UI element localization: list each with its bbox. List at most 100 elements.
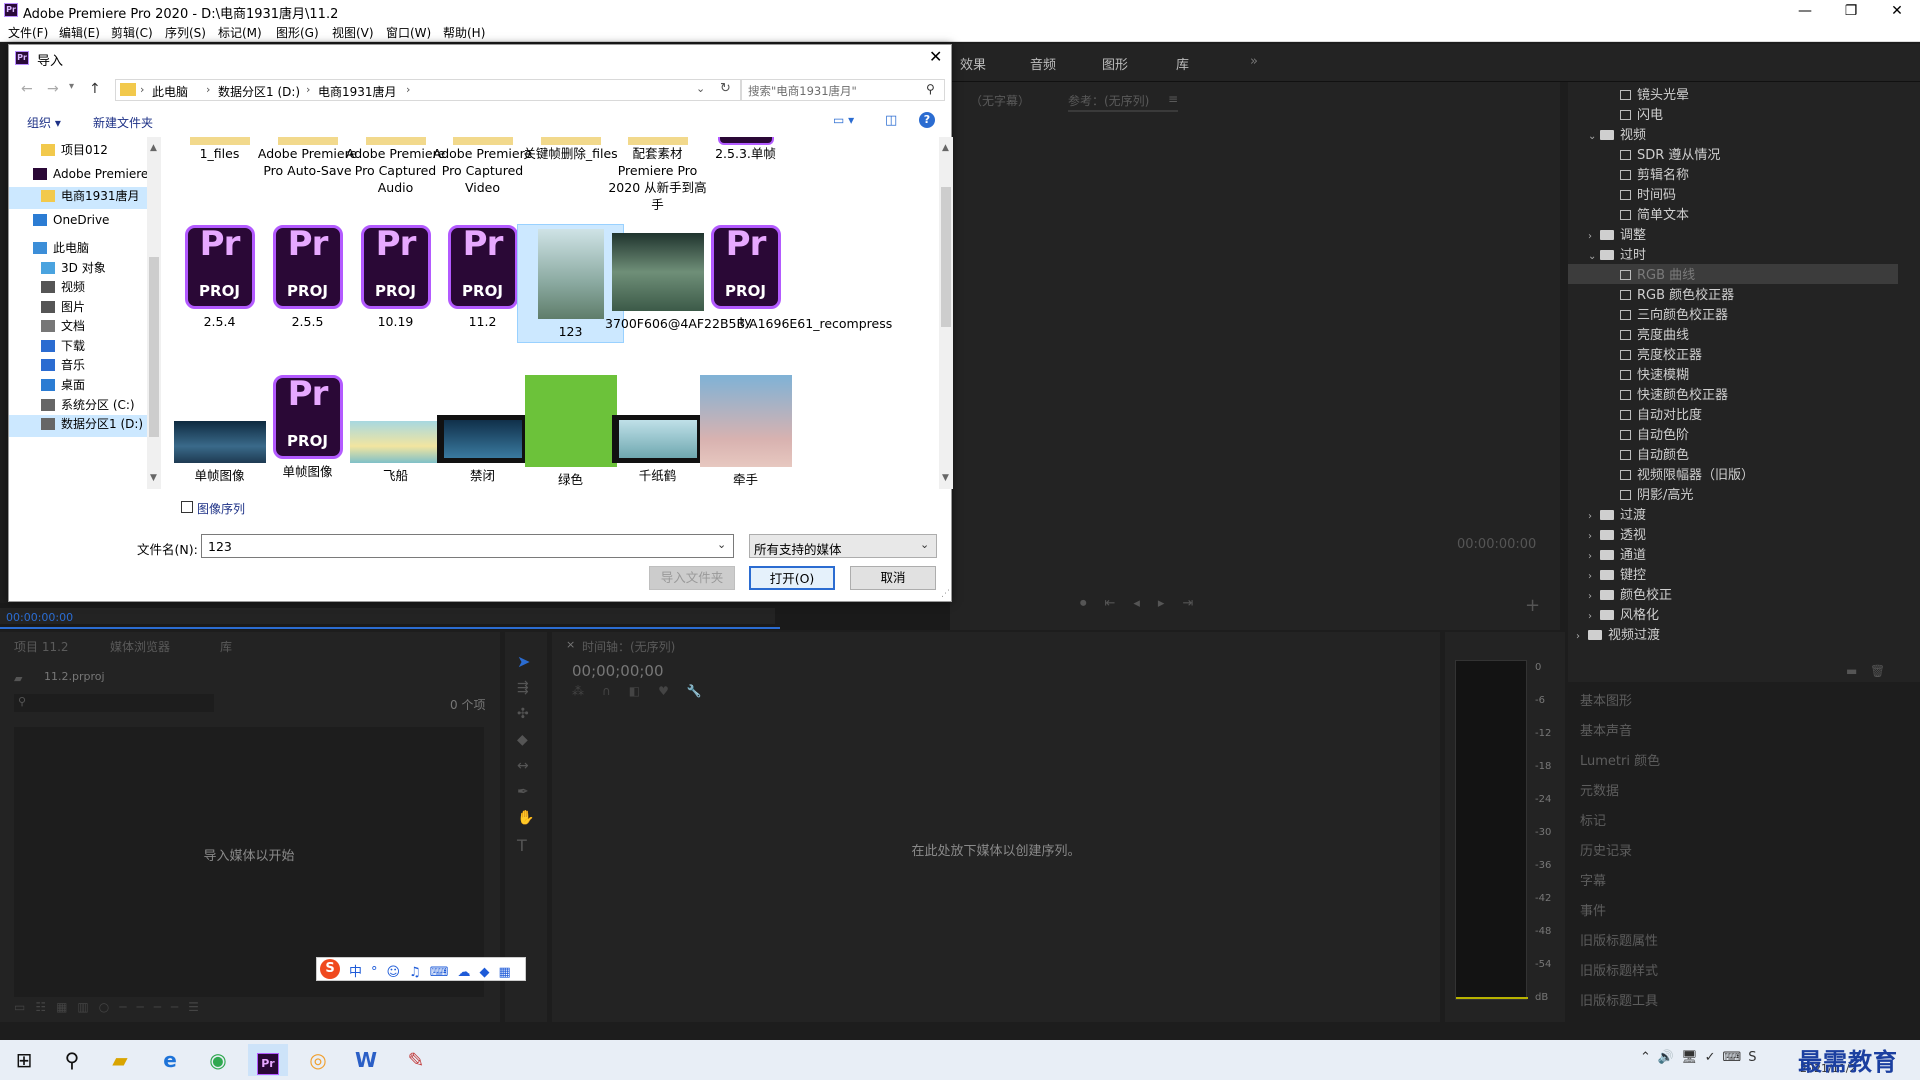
effect-tree-item[interactable]: › 通道 [1568, 544, 1898, 564]
filename-dropdown-icon[interactable]: ⌄ [717, 538, 726, 551]
track-select-tool-icon[interactable]: ⇶ [517, 680, 529, 696]
hand-tool-icon[interactable]: ✋ [517, 810, 534, 826]
tab-timeline[interactable]: 时间轴：(无序列) [582, 638, 675, 655]
premiere-taskbar-icon[interactable]: Pr [248, 1044, 288, 1076]
restore-button[interactable]: ❐ [1828, 0, 1874, 22]
address-dropdown-icon[interactable]: ⌄ [696, 82, 705, 95]
app-taskbar-icon[interactable]: ◎ [298, 1044, 338, 1076]
tab-graphics[interactable]: 图形 [1102, 54, 1128, 73]
word-icon[interactable]: W [346, 1044, 386, 1076]
menu-help[interactable]: 帮助(H) [443, 24, 485, 41]
effect-tree-item[interactable]: › 风格化 [1568, 604, 1898, 624]
effect-tree-item[interactable]: 剪辑名称 [1568, 164, 1898, 184]
effect-tree-item[interactable]: 时间码 [1568, 184, 1898, 204]
new-folder-button[interactable]: 新建文件夹 [93, 114, 153, 131]
effect-tree-item[interactable]: › 过渡 [1568, 504, 1898, 524]
effect-tree-item[interactable]: RGB 曲线 [1568, 264, 1898, 284]
tab-audio[interactable]: 音频 [1030, 54, 1056, 73]
filetype-select[interactable]: 所有支持的媒体 ⌄ [749, 534, 937, 558]
open-button[interactable]: 打开(O) [749, 566, 835, 590]
nav-item[interactable]: 文档 [9, 317, 147, 339]
folder-item[interactable]: 2.5.3.单帧 [693, 137, 798, 162]
effect-tree-item[interactable]: › 颜色校正 [1568, 584, 1898, 604]
forward-arrow-icon[interactable]: → [47, 81, 59, 97]
sogou-icon[interactable]: S [320, 959, 340, 979]
preview-pane-icon[interactable]: ◫ [885, 113, 897, 128]
side-panel-tab[interactable]: 字幕 [1580, 870, 1606, 889]
side-panel-tab[interactable]: Lumetri 颜色 [1580, 750, 1660, 769]
nav-item[interactable]: 视频 [9, 278, 147, 300]
file-item[interactable]: Pr PROJ ty [693, 225, 798, 330]
organize-button[interactable]: 组织 ▾ [27, 114, 61, 131]
tab-libraries[interactable]: 库 [1176, 54, 1189, 73]
effect-tree-item[interactable]: 闪电 [1568, 104, 1898, 124]
nav-item[interactable]: 此电脑 [9, 239, 147, 261]
effect-tree-item[interactable]: 亮度校正器 [1568, 344, 1898, 364]
effect-tree-item[interactable]: 视频限幅器（旧版） [1568, 464, 1898, 484]
type-tool-icon[interactable]: T [517, 836, 527, 855]
image-sequence-checkbox[interactable] [181, 501, 193, 513]
menu-clip[interactable]: 剪辑(C) [111, 24, 153, 41]
dialog-close-icon[interactable]: ✕ [929, 47, 942, 66]
menu-graphics[interactable]: 图形(G) [276, 24, 319, 41]
chevron-right-icon[interactable]: › [1588, 531, 1600, 542]
view-options-icon[interactable]: ▭ ▾ [833, 113, 854, 127]
effect-tree-item[interactable]: 亮度曲线 [1568, 324, 1898, 344]
menu-sequence[interactable]: 序列(S) [165, 24, 206, 41]
close-tab-icon[interactable]: × [566, 638, 575, 651]
add-button-icon[interactable]: + [1525, 595, 1540, 616]
effect-tree-item[interactable]: › 视频过渡 [1568, 624, 1898, 644]
nav-item[interactable]: 桌面 [9, 376, 147, 398]
minimize-button[interactable]: — [1782, 0, 1828, 22]
effect-tree-item[interactable]: › 透视 [1568, 524, 1898, 544]
trash-icon[interactable]: 🗑 [1870, 664, 1885, 678]
effect-tree-item[interactable]: 镜头光晕 [1568, 84, 1898, 104]
effect-tree-item[interactable]: SDR 遵从情况 [1568, 144, 1898, 164]
nav-item[interactable]: 电商1931唐月 [9, 187, 147, 209]
effect-tree-item[interactable]: 快速颜色校正器 [1568, 384, 1898, 404]
nav-item[interactable]: 音乐 [9, 356, 147, 378]
chevron-down-icon[interactable]: ⌄ [1588, 131, 1600, 142]
effect-tree-item[interactable]: ⌄ 视频 [1568, 124, 1898, 144]
breadcrumb-drive-d[interactable]: 数据分区1 (D:) [218, 83, 300, 100]
refresh-icon[interactable]: ↻ [720, 81, 731, 96]
side-panel-tab[interactable]: 事件 [1580, 900, 1606, 919]
menu-window[interactable]: 窗口(W) [386, 24, 431, 41]
menu-file[interactable]: 文件(F) [8, 24, 48, 41]
reference-tab[interactable]: 参考：(无序列) [1068, 92, 1149, 109]
chevron-right-icon[interactable]: › [1588, 611, 1600, 622]
side-panel-tab[interactable]: 标记 [1580, 810, 1606, 829]
effect-tree-item[interactable]: › 键控 [1568, 564, 1898, 584]
recent-chevron-icon[interactable]: ▾ [69, 81, 74, 92]
side-panel-tab[interactable]: 基本图形 [1580, 690, 1632, 709]
effect-tree-item[interactable]: 自动对比度 [1568, 404, 1898, 424]
side-panel-tab[interactable]: 旧版标题样式 [1580, 960, 1658, 979]
tab-project[interactable]: 项目 11.2 [14, 638, 69, 655]
timeline-tool-icons[interactable]: ⁂∩◧♥🔧 [572, 684, 772, 700]
tab-media-browser[interactable]: 媒体浏览器 [110, 638, 170, 655]
chevron-right-icon[interactable]: › [1588, 591, 1600, 602]
effect-tree-item[interactable]: 简单文本 [1568, 204, 1898, 224]
breadcrumb-folder[interactable]: 电商1931唐月 [318, 83, 397, 100]
selection-tool-icon[interactable]: ➤ [517, 652, 530, 671]
nav-scrollbar[interactable]: ▲ ▼ [147, 137, 161, 489]
search-input[interactable]: 搜索"电商1931唐月" ⚲ [741, 79, 945, 101]
windows-start-icon[interactable]: ⊞ [4, 1044, 44, 1076]
nav-item[interactable]: Adobe Premiere [9, 167, 148, 189]
effect-tree-item[interactable]: 自动色阶 [1568, 424, 1898, 444]
effect-tree-item[interactable]: 自动颜色 [1568, 444, 1898, 464]
side-panel-tab[interactable]: 基本声音 [1580, 720, 1632, 739]
paint-app-icon[interactable]: ✎ [396, 1044, 436, 1076]
back-arrow-icon[interactable]: ← [21, 81, 33, 97]
edge-browser-icon[interactable]: e [150, 1044, 190, 1076]
import-folder-button[interactable]: 导入文件夹 [649, 566, 735, 590]
chevron-right-icon[interactable]: › [1588, 511, 1600, 522]
side-panel-tab[interactable]: 历史记录 [1580, 840, 1632, 859]
close-window-button[interactable]: ✕ [1874, 0, 1920, 22]
chevron-right-icon[interactable]: › [1588, 571, 1600, 582]
tab-effects[interactable]: 效果 [960, 54, 986, 73]
filename-field[interactable]: 123 ⌄ [201, 534, 734, 558]
source-tab-captions[interactable]: （无字幕） [970, 92, 1030, 109]
effect-tree-item[interactable]: 快速模糊 [1568, 364, 1898, 384]
nav-item[interactable]: OneDrive [9, 213, 147, 235]
